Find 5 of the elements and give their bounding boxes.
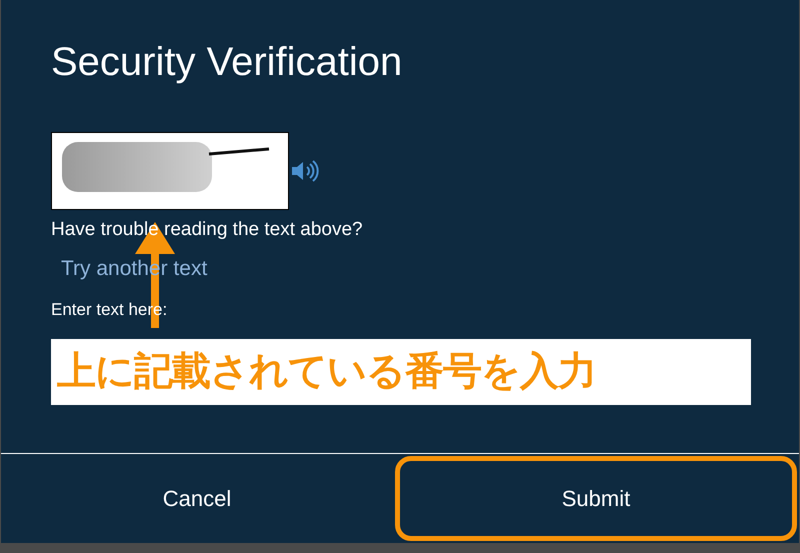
annotation-text: 上に記載されている番号を入力 — [57, 348, 596, 396]
submit-button[interactable]: Submit — [395, 456, 797, 541]
cancel-button[interactable]: Cancel — [1, 454, 393, 543]
speaker-icon[interactable] — [291, 160, 319, 182]
dialog-title: Security Verification — [51, 39, 402, 86]
